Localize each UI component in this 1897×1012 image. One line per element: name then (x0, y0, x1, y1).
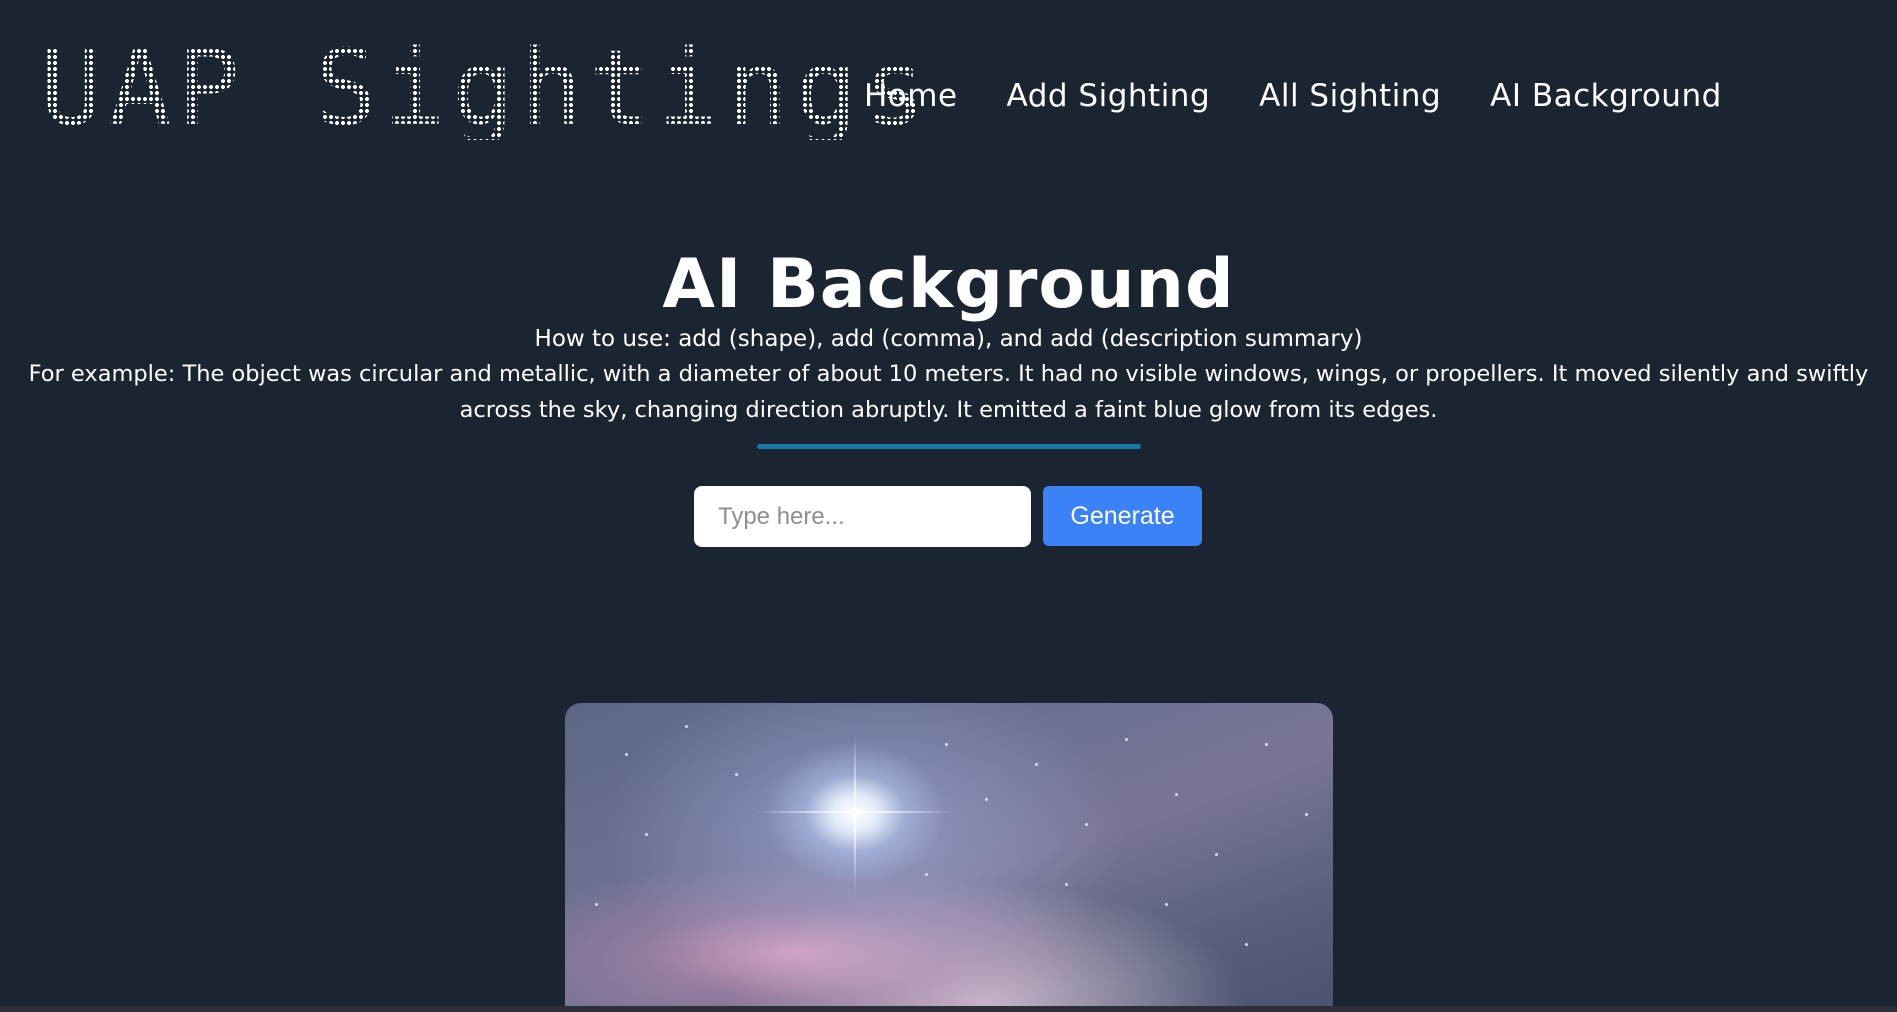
example-text-line-1: For example: The object was circular and… (28, 361, 1869, 387)
site-header: UAP Sightings Home Add Sighting All Sigh… (0, 0, 1897, 180)
star (625, 753, 628, 756)
bottom-edge (0, 1006, 1897, 1012)
star (645, 833, 648, 836)
star (1245, 943, 1248, 946)
prompt-input[interactable] (694, 486, 1031, 547)
nav-home-link[interactable]: Home (864, 74, 958, 118)
page: UAP Sightings Home Add Sighting All Sigh… (0, 0, 1897, 1012)
star (1065, 883, 1068, 886)
star (985, 798, 988, 801)
nav-ai-background-link[interactable]: AI Background (1490, 74, 1722, 118)
nav-add-sighting-link[interactable]: Add Sighting (1007, 74, 1211, 118)
page-title: AI Background (662, 245, 1235, 324)
generate-button[interactable]: Generate (1043, 486, 1202, 546)
star (735, 773, 738, 776)
star (925, 873, 928, 876)
star (1035, 763, 1038, 766)
site-logo[interactable]: UAP Sightings (40, 36, 932, 140)
glare-vertical (854, 733, 856, 893)
generated-background-image (565, 703, 1333, 1009)
star (685, 725, 688, 728)
star (1215, 853, 1218, 856)
star (1125, 738, 1128, 741)
main-nav: Home Add Sighting All Sighting AI Backgr… (864, 74, 1722, 118)
generate-form: Generate (694, 486, 1202, 547)
intro-section: AI Background How to use: add (shape), a… (0, 248, 1897, 428)
star (945, 743, 948, 746)
star (595, 903, 598, 906)
example-text: For example: The object was circular and… (0, 356, 1897, 428)
star (1265, 743, 1268, 746)
star (1085, 823, 1088, 826)
star (1175, 793, 1178, 796)
how-to-use-text: How to use: add (shape), add (comma), an… (534, 326, 1363, 352)
star (1305, 813, 1308, 816)
nav-all-sighting-link[interactable]: All Sighting (1259, 74, 1441, 118)
section-divider (757, 444, 1141, 449)
star (1165, 903, 1168, 906)
example-text-line-2: across the sky, changing direction abrup… (459, 397, 1438, 423)
